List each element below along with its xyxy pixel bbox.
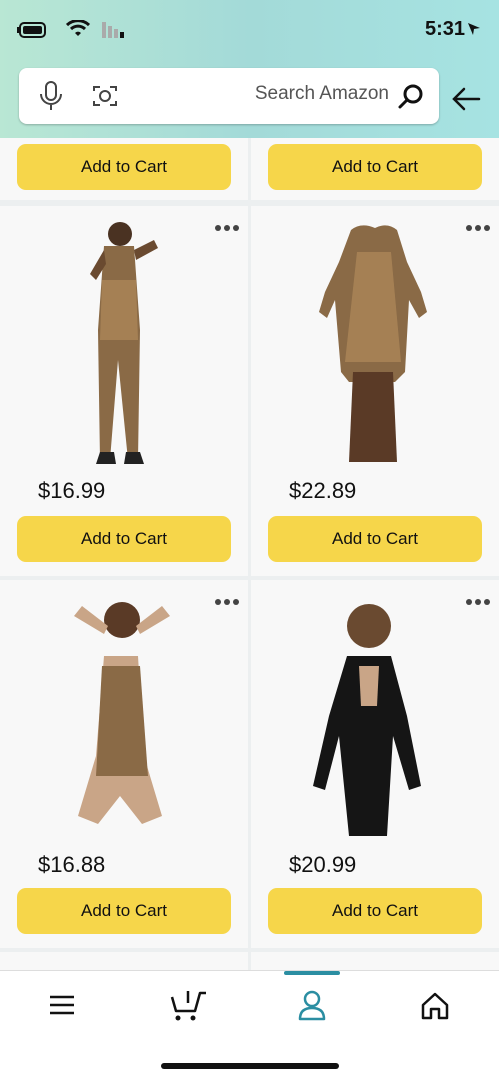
search-input[interactable]: Search Amazon — [255, 83, 389, 105]
app-screen: 5:31 Search Amazon Add to Cart Add to Ca… — [0, 0, 499, 1079]
back-arrow-button[interactable] — [449, 84, 483, 114]
add-to-cart-button[interactable]: Add to Cart — [268, 888, 482, 934]
home-indicator — [161, 1063, 339, 1069]
bottom-tab-bar — [0, 970, 499, 1079]
signal-icon — [102, 22, 124, 38]
product-card[interactable]: $22.89 Add to Cart — [251, 206, 499, 576]
battery-icon — [17, 22, 46, 38]
product-price: $20.99 — [289, 852, 357, 877]
add-to-cart-button[interactable]: Add to Cart — [17, 516, 231, 562]
add-to-cart-button[interactable]: Add to Cart — [17, 888, 231, 934]
product-image[interactable] — [269, 596, 479, 836]
product-image[interactable] — [18, 220, 228, 466]
home-icon[interactable] — [415, 987, 455, 1023]
location-arrow-icon — [468, 23, 480, 35]
product-card[interactable] — [0, 952, 248, 970]
product-price: $16.88 — [38, 852, 106, 877]
active-tab-indicator — [284, 971, 340, 975]
product-card[interactable]: Add to Cart — [0, 138, 248, 200]
search-bar[interactable]: Search Amazon — [19, 68, 439, 124]
product-card[interactable]: $16.99 Add to Cart — [0, 206, 248, 576]
camera-scan-icon[interactable] — [91, 82, 119, 110]
search-icon[interactable] — [397, 82, 425, 110]
product-card[interactable]: $20.99 Add to Cart — [251, 580, 499, 948]
microphone-icon[interactable] — [37, 80, 65, 112]
account-icon[interactable] — [292, 987, 332, 1023]
product-card[interactable]: Add to Cart — [251, 138, 499, 200]
product-price: $16.99 — [38, 478, 106, 503]
status-bar: 5:31 — [0, 18, 499, 44]
product-price: $22.89 — [289, 478, 357, 503]
wifi-icon — [66, 20, 90, 36]
status-time: 5:31 — [424, 18, 465, 40]
menu-icon[interactable] — [42, 987, 82, 1023]
header: 5:31 Search Amazon — [0, 0, 499, 138]
product-card[interactable] — [251, 952, 499, 970]
product-image[interactable] — [269, 222, 479, 466]
product-card[interactable]: $16.88 Add to Cart — [0, 580, 248, 948]
product-image[interactable] — [18, 596, 228, 836]
add-to-cart-button[interactable]: Add to Cart — [268, 144, 482, 190]
cart-icon[interactable] — [168, 987, 208, 1023]
product-grid: Add to Cart Add to Cart $22.89 Add to Ca… — [0, 138, 499, 970]
add-to-cart-button[interactable]: Add to Cart — [17, 144, 231, 190]
add-to-cart-button[interactable]: Add to Cart — [268, 516, 482, 562]
